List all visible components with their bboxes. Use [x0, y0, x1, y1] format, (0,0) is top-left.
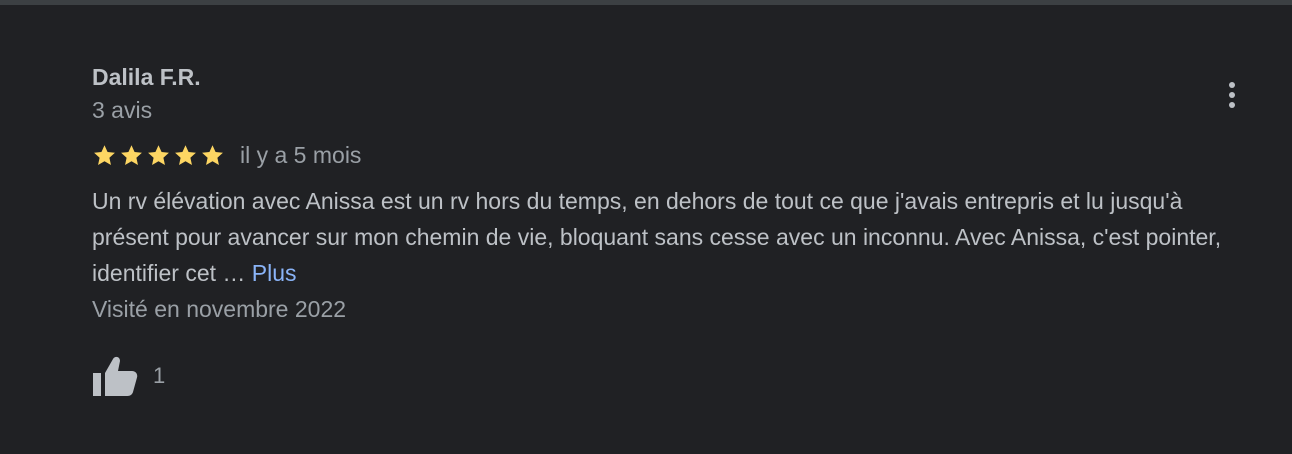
- like-row: 1: [92, 354, 1252, 398]
- more-vert-icon-dot: [1229, 102, 1235, 108]
- star-rating: [92, 143, 225, 168]
- star-icon: [94, 144, 115, 165]
- review-card: Dalila F.R. 3 avis il y a 5 mois Un rv é…: [92, 60, 1252, 398]
- rating-row: il y a 5 mois: [92, 140, 1252, 170]
- like-button[interactable]: [92, 354, 138, 398]
- star-icon: [202, 144, 223, 165]
- more-options-button[interactable]: [1220, 78, 1244, 112]
- like-count: 1: [153, 363, 166, 388]
- review-date: il y a 5 mois: [240, 141, 362, 168]
- top-divider: [0, 0, 1292, 5]
- visit-date: Visité en novembre 2022: [92, 296, 347, 322]
- star-icon: [121, 144, 142, 165]
- thumbs-up-icon: [93, 356, 138, 396]
- read-more-link[interactable]: Plus: [252, 260, 297, 286]
- reviewer-name[interactable]: Dalila F.R.: [92, 60, 1252, 94]
- more-vert-icon: [1229, 82, 1235, 88]
- review-text: Un rv élévation avec Anissa est un rv ho…: [92, 183, 1252, 291]
- reviewer-review-count: 3 avis: [92, 97, 153, 123]
- star-icon: [175, 144, 196, 165]
- more-vert-icon-dot: [1229, 92, 1235, 98]
- star-icon: [148, 144, 169, 165]
